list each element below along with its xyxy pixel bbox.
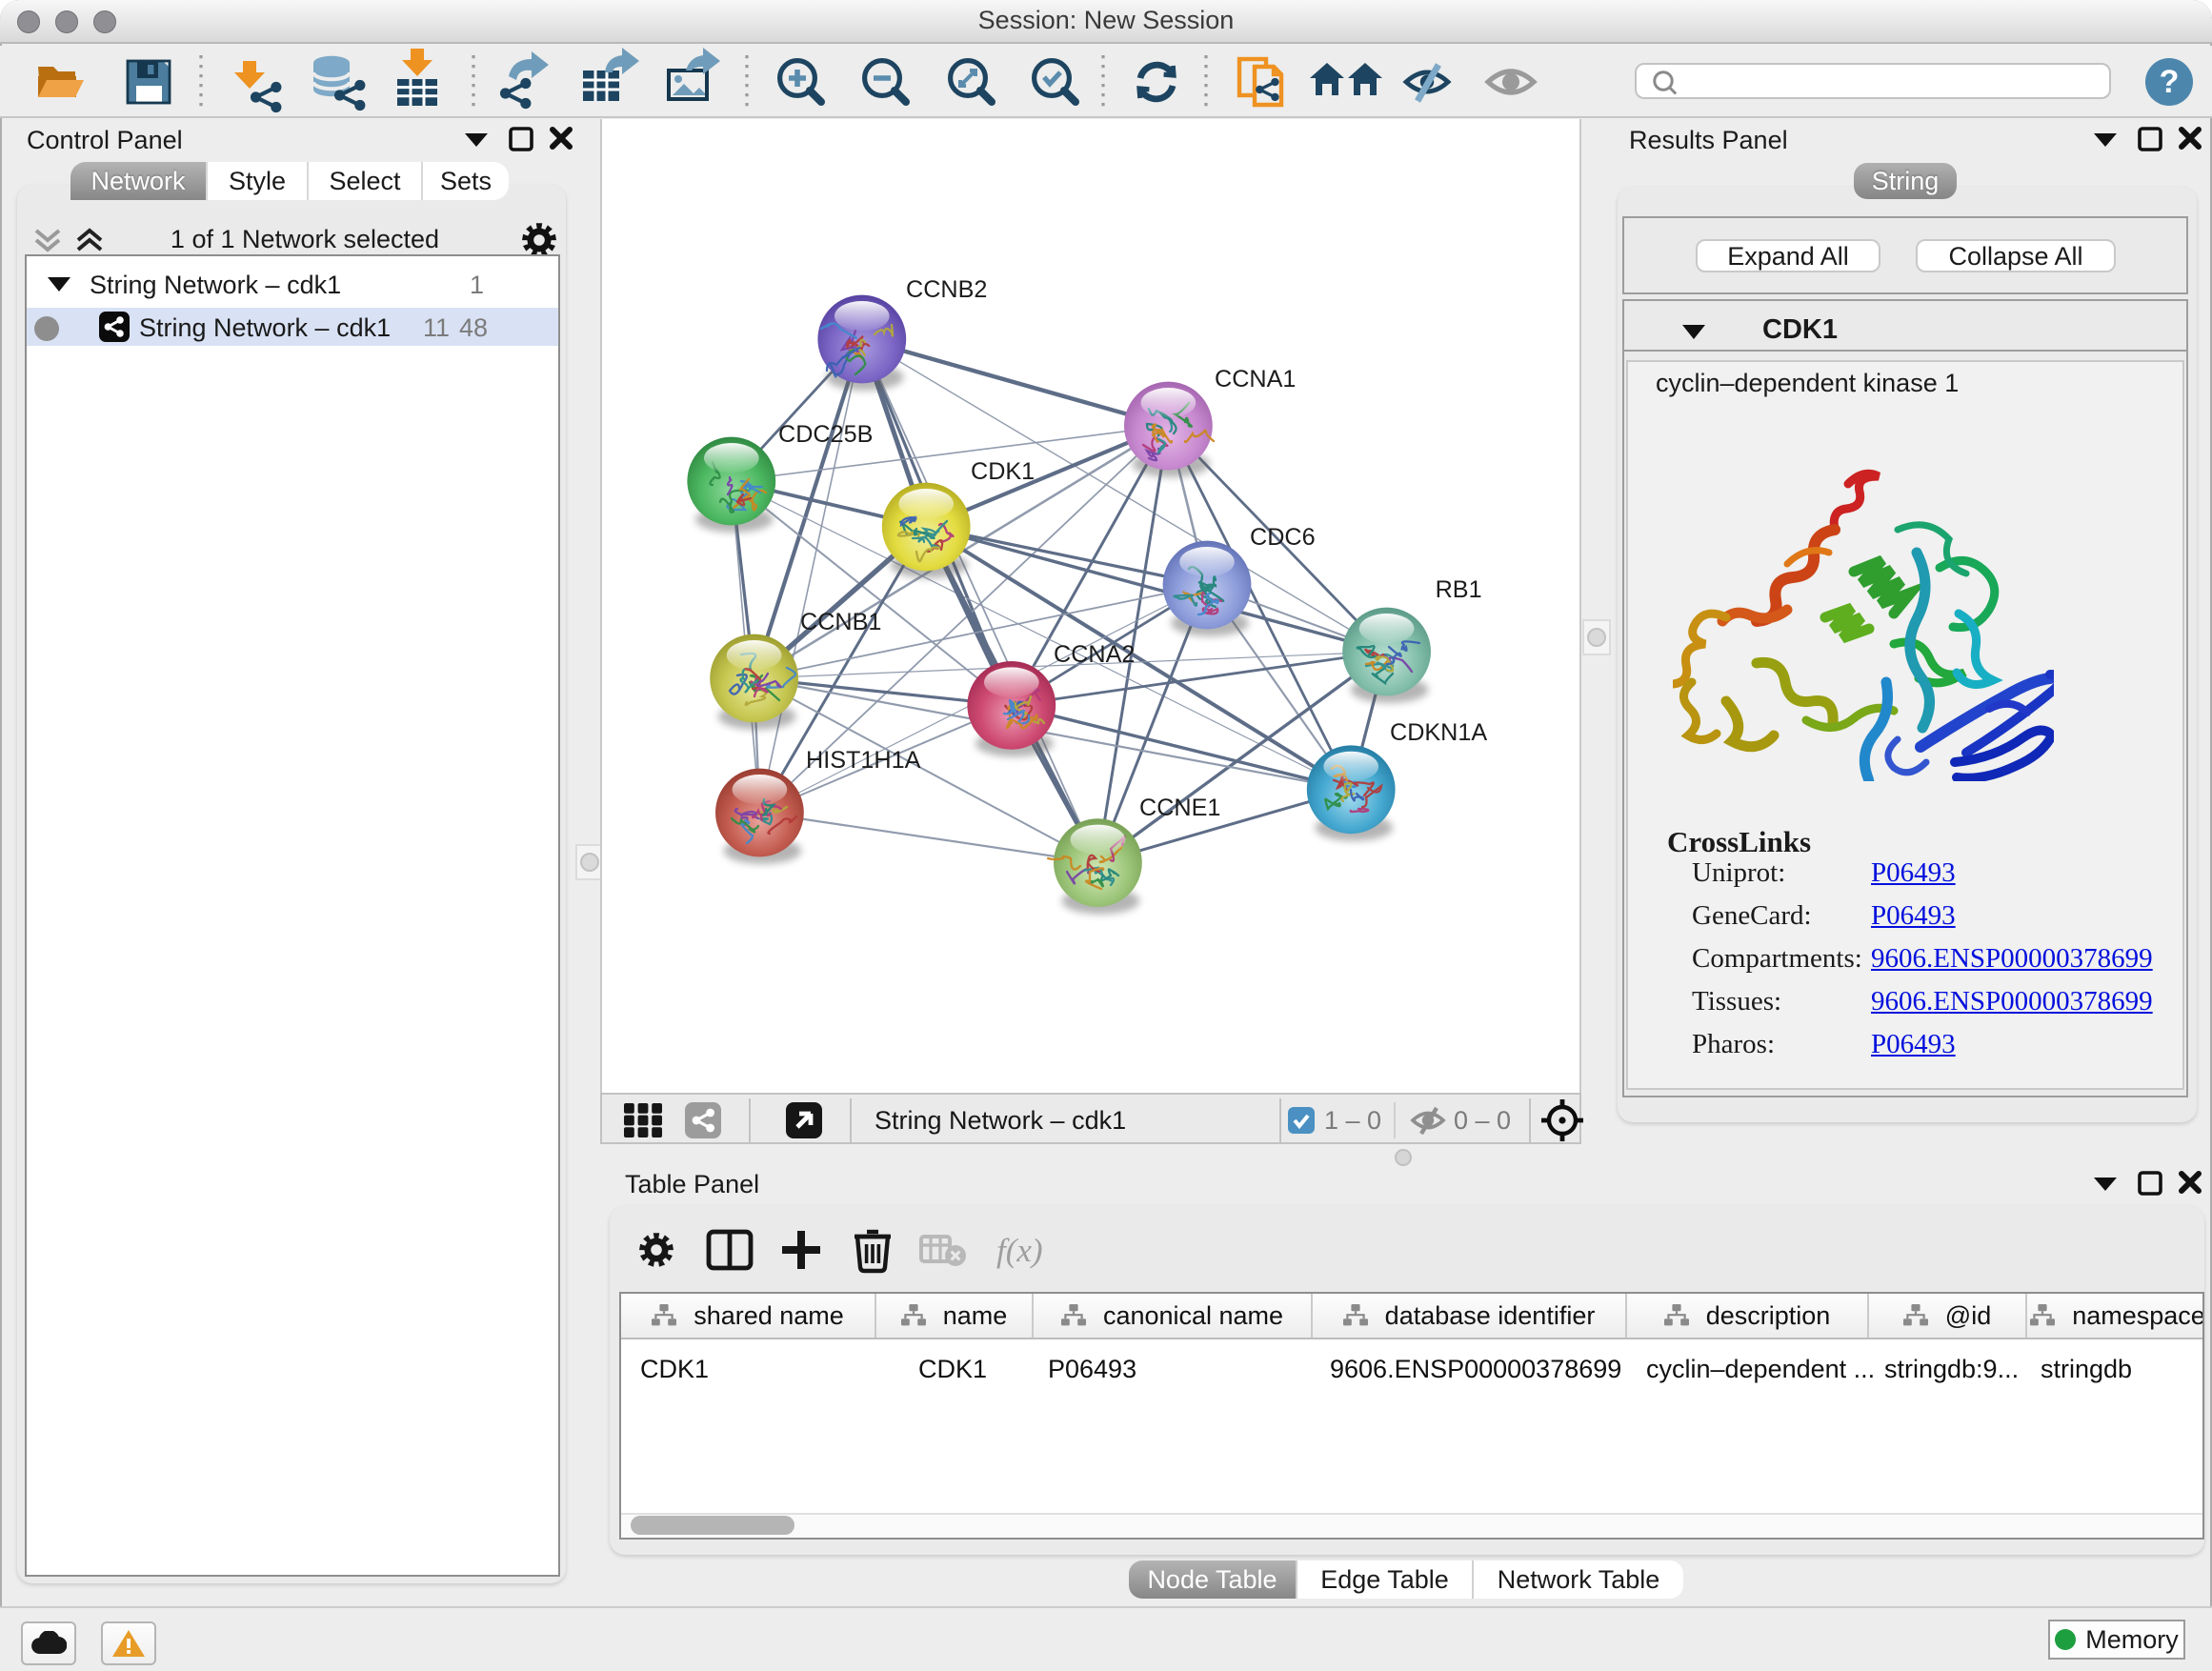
- svg-text:?: ?: [2160, 64, 2180, 100]
- svg-text:CCNE1: CCNE1: [1139, 795, 1220, 821]
- svg-text:f(x): f(x): [996, 1232, 1043, 1269]
- svg-text:CCNB2: CCNB2: [906, 276, 987, 303]
- svg-text:CDC6: CDC6: [1250, 524, 1316, 551]
- svg-text:CDK1: CDK1: [971, 458, 1035, 485]
- svg-text:HIST1H1A: HIST1H1A: [806, 747, 921, 774]
- svg-text:CCNA2: CCNA2: [1054, 641, 1135, 668]
- svg-text:CCNB1: CCNB1: [800, 609, 881, 635]
- svg-text:CDC25B: CDC25B: [778, 421, 873, 448]
- svg-text:String Network – cdk1: String Network – cdk1: [875, 1106, 1126, 1135]
- svg-text:0 – 0: 0 – 0: [1454, 1106, 1511, 1135]
- svg-text:CCNA1: CCNA1: [1215, 366, 1296, 393]
- svg-text:1 – 0: 1 – 0: [1324, 1106, 1381, 1135]
- svg-text:RB1: RB1: [1436, 576, 1482, 603]
- svg-text:CDKN1A: CDKN1A: [1390, 719, 1487, 746]
